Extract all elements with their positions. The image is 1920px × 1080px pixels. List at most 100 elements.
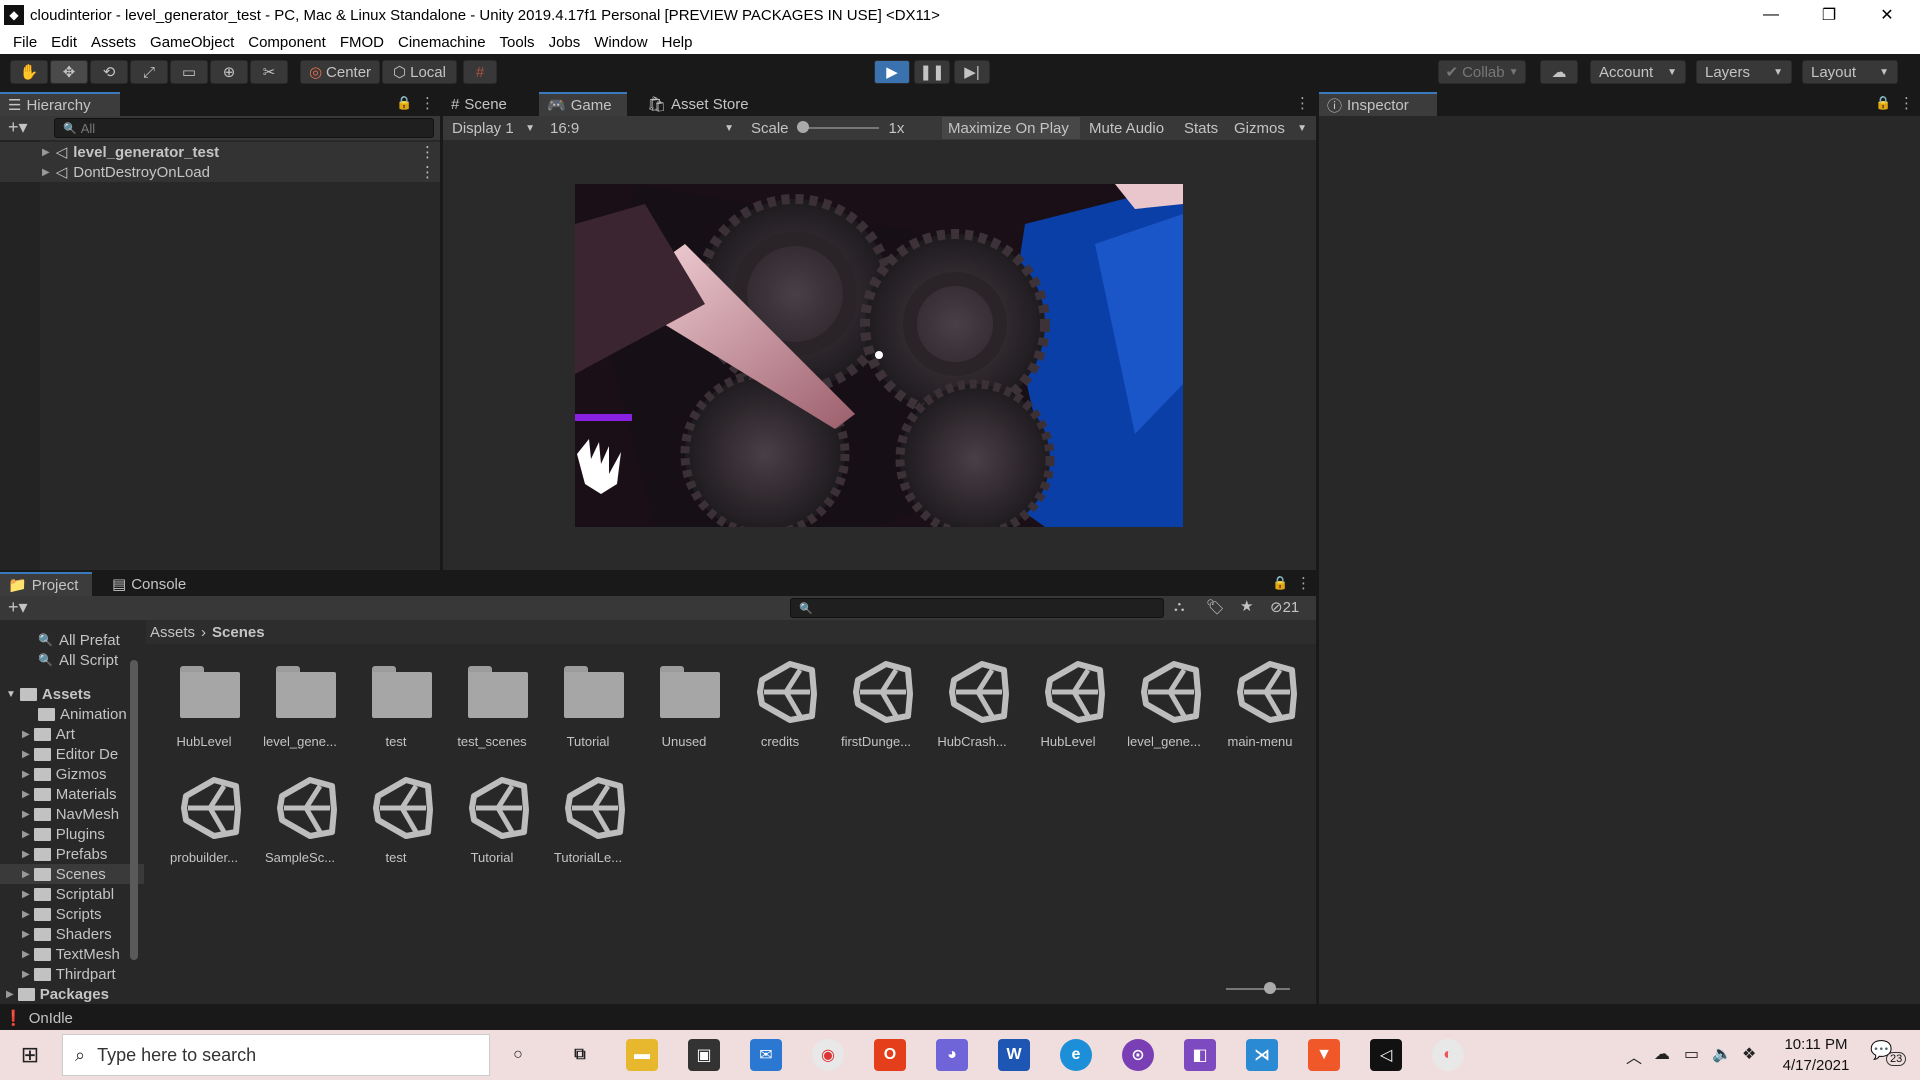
breadcrumb-scenes[interactable]: Scenes bbox=[212, 624, 265, 641]
display-dropdown[interactable]: Display 1 ▼ bbox=[446, 117, 541, 139]
task-view-icon[interactable]: ⧉ bbox=[564, 1039, 596, 1071]
tree-root-assets[interactable]: ▼ Assets bbox=[6, 684, 91, 704]
tree-item[interactable]: ▶ Plugins bbox=[22, 824, 105, 844]
expand-arrow-icon[interactable]: ▶ bbox=[22, 789, 30, 800]
tab-hierarchy[interactable]: ☰ Hierarchy bbox=[0, 92, 120, 116]
expand-arrow-icon[interactable]: ▶ bbox=[22, 809, 30, 820]
stats-toggle[interactable]: Stats bbox=[1178, 117, 1226, 139]
close-button[interactable]: ✕ bbox=[1858, 0, 1916, 30]
tab-game[interactable]: 🎮 Game bbox=[539, 92, 627, 116]
tree-item[interactable]: ▶ Scripts bbox=[22, 904, 102, 924]
filter-type-icon[interactable]: ⛬ bbox=[1174, 598, 1185, 615]
tree-item[interactable]: ▶ Materials bbox=[22, 784, 117, 804]
menu-help[interactable]: Help bbox=[655, 34, 700, 51]
kebab-menu-icon[interactable]: ⋮ bbox=[420, 163, 435, 181]
rect-tool-button[interactable]: ▭ bbox=[170, 60, 208, 84]
asset-folder[interactable]: test bbox=[350, 656, 442, 766]
tree-item[interactable]: ▶ NavMesh bbox=[22, 804, 119, 824]
minimize-button[interactable]: — bbox=[1742, 0, 1800, 30]
menu-gameobject[interactable]: GameObject bbox=[143, 34, 241, 51]
game-render-viewport[interactable] bbox=[575, 184, 1183, 527]
asset-scene[interactable]: level_gene... bbox=[1118, 656, 1210, 766]
tree-item[interactable]: ▶ Gizmos bbox=[22, 764, 107, 784]
unity-taskbar-icon[interactable]: ◁ bbox=[1370, 1039, 1402, 1071]
notification-center-button[interactable]: 💬 23 bbox=[1870, 1040, 1907, 1070]
firefox-icon[interactable]: ◐ bbox=[1432, 1039, 1464, 1071]
transform-tool-button[interactable]: ⊕ bbox=[210, 60, 248, 84]
office-icon[interactable]: O bbox=[874, 1039, 906, 1071]
asset-folder[interactable]: test_scenes bbox=[446, 656, 538, 766]
asset-scene[interactable]: SampleSc... bbox=[254, 772, 346, 882]
start-button[interactable]: ⊞ bbox=[14, 1042, 46, 1068]
expand-arrow-icon[interactable]: ▶ bbox=[6, 989, 14, 1000]
scale-slider[interactable] bbox=[796, 121, 879, 133]
file-explorer-icon[interactable]: ▬ bbox=[626, 1039, 658, 1071]
gizmos-dropdown[interactable]: Gizmos ▼ bbox=[1228, 117, 1313, 139]
tab-scene[interactable]: # Scene bbox=[443, 92, 527, 116]
asset-folder[interactable]: Tutorial bbox=[542, 656, 634, 766]
tree-item[interactable]: ▶ Shaders bbox=[22, 924, 112, 944]
expand-arrow-icon[interactable]: ▶ bbox=[42, 147, 50, 158]
lock-icon[interactable]: 🔒 bbox=[396, 95, 412, 111]
mail-icon[interactable]: ✉ bbox=[750, 1039, 782, 1071]
tree-item[interactable]: Animation bbox=[22, 704, 127, 724]
battery-icon[interactable]: ▭ bbox=[1684, 1044, 1699, 1064]
asset-scene[interactable]: firstDunge... bbox=[830, 656, 922, 766]
favorite-item[interactable]: 🔍 All Prefat bbox=[38, 630, 120, 650]
asset-folder[interactable]: Unused bbox=[638, 656, 730, 766]
label-filter-icon[interactable]: 🏷 bbox=[1206, 598, 1225, 616]
tree-root-packages[interactable]: ▶ Packages bbox=[6, 984, 109, 1004]
menu-assets[interactable]: Assets bbox=[84, 34, 143, 51]
hidden-packages-toggle[interactable]: ⊘21 bbox=[1270, 598, 1299, 616]
dropbox-icon[interactable]: ❖ bbox=[1742, 1044, 1756, 1064]
tray-chevron-up-icon[interactable]: ︿ bbox=[1626, 1044, 1642, 1068]
tab-inspector[interactable]: ⓘ Inspector bbox=[1319, 92, 1437, 116]
favorite-star-icon[interactable]: ★ bbox=[1240, 597, 1253, 615]
collab-dropdown[interactable]: ✔ Collab ▼ bbox=[1438, 60, 1526, 84]
expand-arrow-icon[interactable]: ▶ bbox=[22, 969, 30, 980]
volume-icon[interactable]: 🔈 bbox=[1712, 1044, 1732, 1064]
pivot-local-button[interactable]: ⬡ Local bbox=[382, 60, 457, 84]
hierarchy-item[interactable]: ▶ ◁ DontDestroyOnLoad ⋮ bbox=[0, 162, 440, 182]
layers-dropdown[interactable]: Layers ▼ bbox=[1696, 60, 1792, 84]
tree-item[interactable]: ▶ Art bbox=[22, 724, 75, 744]
expand-arrow-icon[interactable]: ▶ bbox=[42, 167, 50, 178]
lock-icon[interactable]: 🔒 bbox=[1875, 95, 1891, 111]
custom-tool-button[interactable]: ✂ bbox=[250, 60, 288, 84]
menu-file[interactable]: File bbox=[6, 34, 44, 51]
menu-component[interactable]: Component bbox=[241, 34, 333, 51]
edge-icon[interactable]: e bbox=[1060, 1039, 1092, 1071]
tree-item[interactable]: ▶ Thirdpart bbox=[22, 964, 116, 984]
asset-scene[interactable]: credits bbox=[734, 656, 826, 766]
pivot-center-button[interactable]: ◎ Center bbox=[300, 60, 380, 84]
expand-arrow-icon[interactable]: ▶ bbox=[22, 889, 30, 900]
clock[interactable]: 10:11 PM 4/17/2021 bbox=[1768, 1034, 1864, 1076]
asset-scene[interactable]: HubLevel bbox=[1022, 656, 1114, 766]
github-desktop-icon[interactable]: ⊙ bbox=[1122, 1039, 1154, 1071]
icon-size-slider-handle[interactable] bbox=[1264, 982, 1276, 994]
expand-arrow-icon[interactable]: ▶ bbox=[22, 829, 30, 840]
move-tool-button[interactable]: ✥ bbox=[50, 60, 88, 84]
vscode-icon[interactable]: ⋊ bbox=[1246, 1039, 1278, 1071]
cortana-icon[interactable]: ○ bbox=[502, 1039, 534, 1071]
brave-icon[interactable]: ▼ bbox=[1308, 1039, 1340, 1071]
mute-audio-toggle[interactable]: Mute Audio bbox=[1083, 117, 1181, 139]
expand-arrow-icon[interactable]: ▶ bbox=[22, 909, 30, 920]
menu-tools[interactable]: Tools bbox=[493, 34, 542, 51]
asset-folder[interactable]: level_gene... bbox=[254, 656, 346, 766]
expand-arrow-icon[interactable]: ▶ bbox=[22, 729, 30, 740]
taskbar-search-input[interactable]: ⌕ Type here to search bbox=[62, 1034, 490, 1076]
expand-arrow-icon[interactable]: ▶ bbox=[22, 769, 30, 780]
kebab-menu-icon[interactable]: ⋮ bbox=[1296, 574, 1311, 592]
expand-arrow-icon[interactable]: ▶ bbox=[22, 929, 30, 940]
pause-button[interactable]: ❚❚ bbox=[914, 60, 950, 84]
tree-item[interactable]: ▶ TextMesh bbox=[22, 944, 120, 964]
scale-tool-button[interactable]: ⤢ bbox=[130, 60, 168, 84]
menu-fmod[interactable]: FMOD bbox=[333, 34, 391, 51]
maximize-on-play-toggle[interactable]: Maximize On Play bbox=[942, 117, 1080, 139]
status-text[interactable]: OnIdle bbox=[29, 1010, 73, 1027]
expand-arrow-icon[interactable]: ▶ bbox=[22, 949, 30, 960]
rotate-tool-button[interactable]: ⟲ bbox=[90, 60, 128, 84]
kebab-menu-icon[interactable]: ⋮ bbox=[1899, 94, 1914, 112]
expand-arrow-icon[interactable]: ▶ bbox=[22, 849, 30, 860]
